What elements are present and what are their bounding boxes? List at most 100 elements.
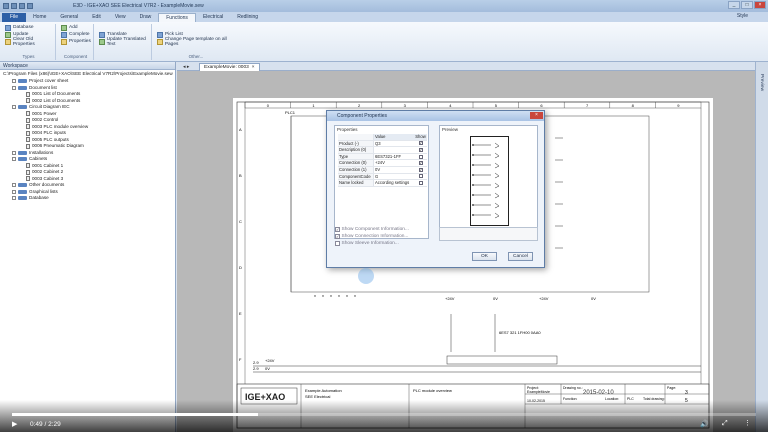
video-progress-fill	[12, 413, 258, 416]
property-row[interactable]: ComponentCode G	[338, 173, 427, 181]
workspace-header: Workspace	[0, 62, 175, 70]
properties-button[interactable]: Properties	[58, 38, 93, 45]
video-time: 0:49 / 2:29	[30, 421, 61, 428]
group-translate: Translate Update Translated Text	[96, 24, 152, 60]
component-preview-symbol	[470, 136, 509, 226]
property-value[interactable]: G	[374, 174, 414, 180]
expand-icon[interactable]	[12, 79, 16, 84]
project-value: ExampleMovie	[527, 390, 550, 394]
property-value[interactable]: +24V	[374, 160, 414, 166]
page-icon	[26, 137, 30, 143]
tab-redlining[interactable]: Redlining	[230, 13, 265, 22]
dialog-close-button[interactable]: ×	[530, 112, 543, 119]
redo-icon[interactable]	[27, 3, 33, 9]
show-checkbox[interactable]	[418, 180, 423, 185]
column-number: 4	[449, 103, 452, 108]
database-button[interactable]: Database	[2, 24, 55, 31]
pick-list-icon	[157, 31, 163, 38]
property-name: Connection (0)	[338, 160, 374, 166]
change-page-template-button[interactable]: Change Page template on all Pages	[154, 37, 238, 47]
page-value: 3	[685, 390, 688, 396]
tree-folder[interactable]: Database	[0, 195, 175, 202]
tab-edit[interactable]: Edit	[85, 13, 108, 22]
document-tab[interactable]: ExampleMovie: 0003 ×	[199, 63, 260, 71]
expand-icon[interactable]	[12, 105, 16, 110]
expand-icon[interactable]	[12, 196, 16, 201]
folder-icon	[18, 79, 27, 84]
property-row[interactable]: Connection (1) 0V ✓	[338, 166, 427, 174]
property-name: Name locked	[338, 180, 374, 186]
update-translated-text-button[interactable]: Update Translated Text	[96, 37, 151, 47]
group-types: Database Update Clear Old Properties Typ…	[2, 24, 56, 60]
property-show-cell	[414, 154, 427, 160]
fullscreen-icon[interactable]: ⤢	[722, 420, 728, 428]
clear-old-properties-button[interactable]: Clear Old Properties	[2, 37, 55, 47]
app-icon[interactable]	[3, 3, 9, 9]
tab-view[interactable]: View	[108, 13, 133, 22]
property-value[interactable]: Q3	[374, 141, 414, 147]
group-title: Component	[63, 54, 88, 59]
expand-icon[interactable]	[12, 85, 16, 90]
property-value[interactable]	[374, 147, 414, 153]
project-path[interactable]: C:\Program Files (x86)\IGE+XAO\SEE Elect…	[0, 70, 175, 78]
property-value[interactable]: According settings	[374, 180, 414, 186]
column-number: 8	[632, 103, 635, 108]
complete-button[interactable]: Complete	[58, 31, 93, 38]
show-sleeve-info-checkbox[interactable]: Show Sleeve Information...	[335, 241, 399, 246]
properties-group: Properties Value Show Product (-) Q3 ✓ Desc…	[334, 125, 429, 239]
video-progress-bar[interactable]	[12, 413, 756, 416]
table-header: Value Show	[338, 134, 427, 141]
add-button[interactable]: Add	[58, 24, 93, 31]
show-component-info-checkbox[interactable]: ✓ Show Component Information...	[335, 227, 409, 232]
show-checkbox[interactable]	[418, 174, 423, 179]
tab-functions[interactable]: Functions	[158, 13, 196, 22]
volume-icon[interactable]: 🔊	[700, 420, 709, 428]
close-button[interactable]: ×	[754, 1, 766, 9]
minimize-button[interactable]: _	[728, 1, 740, 9]
undo-icon[interactable]	[19, 3, 25, 9]
tab-electrical[interactable]: Electrical	[196, 13, 230, 22]
expand-icon[interactable]	[12, 189, 16, 194]
style-menu[interactable]: Style	[737, 13, 748, 19]
expand-icon[interactable]	[12, 150, 16, 155]
complete-icon	[61, 31, 67, 38]
play-icon[interactable]: ▶	[12, 420, 17, 428]
expand-icon[interactable]	[12, 157, 16, 162]
show-checkbox[interactable]: ✓	[418, 161, 423, 166]
column-number: 9	[677, 103, 680, 108]
expand-icon[interactable]	[12, 183, 16, 188]
show-checkbox[interactable]: ✓	[418, 141, 423, 146]
group-title: Types	[22, 54, 35, 59]
save-icon[interactable]	[11, 3, 17, 9]
property-row[interactable]: Connection (0) +24V ✓	[338, 160, 427, 167]
property-value[interactable]: 6ES7321-1FF	[374, 154, 414, 160]
property-row[interactable]: Product (-) Q3 ✓	[338, 140, 427, 148]
show-connection-info-checkbox[interactable]: ✓ Show Connection Information...	[335, 234, 408, 239]
preview-side-panel[interactable]: Preview	[755, 62, 768, 432]
navigate-icon[interactable]: ◂ ▸	[183, 64, 189, 70]
tab-file[interactable]: File	[2, 13, 27, 22]
property-row[interactable]: Name locked According settings	[338, 180, 427, 187]
ok-button[interactable]: OK	[472, 252, 497, 261]
column-number: 2	[358, 103, 361, 108]
show-checkbox[interactable]	[418, 154, 423, 159]
tab-general[interactable]: General	[53, 13, 85, 22]
tab-home[interactable]: Home	[26, 13, 53, 22]
page-icon	[26, 124, 30, 130]
more-options-icon[interactable]: ⋮	[744, 419, 751, 427]
property-value[interactable]: 0V	[374, 167, 414, 173]
folder-icon	[18, 105, 27, 110]
property-row[interactable]: Description (0) ✓	[338, 147, 427, 154]
property-show-cell	[414, 174, 427, 180]
close-tab-icon[interactable]: ×	[252, 64, 255, 71]
property-name: Description (0)	[338, 147, 374, 153]
property-row[interactable]: Type 6ES7321-1FF	[338, 153, 427, 161]
cancel-button[interactable]: Cancel	[508, 252, 533, 261]
folder-icon	[18, 183, 27, 188]
show-checkbox[interactable]: ✓	[418, 147, 423, 152]
clear-icon	[5, 38, 11, 45]
tab-draw[interactable]: Draw	[133, 13, 159, 22]
show-checkbox[interactable]: ✓	[418, 167, 423, 172]
maximize-button[interactable]: □	[741, 1, 753, 9]
column-number: 3	[404, 103, 407, 108]
